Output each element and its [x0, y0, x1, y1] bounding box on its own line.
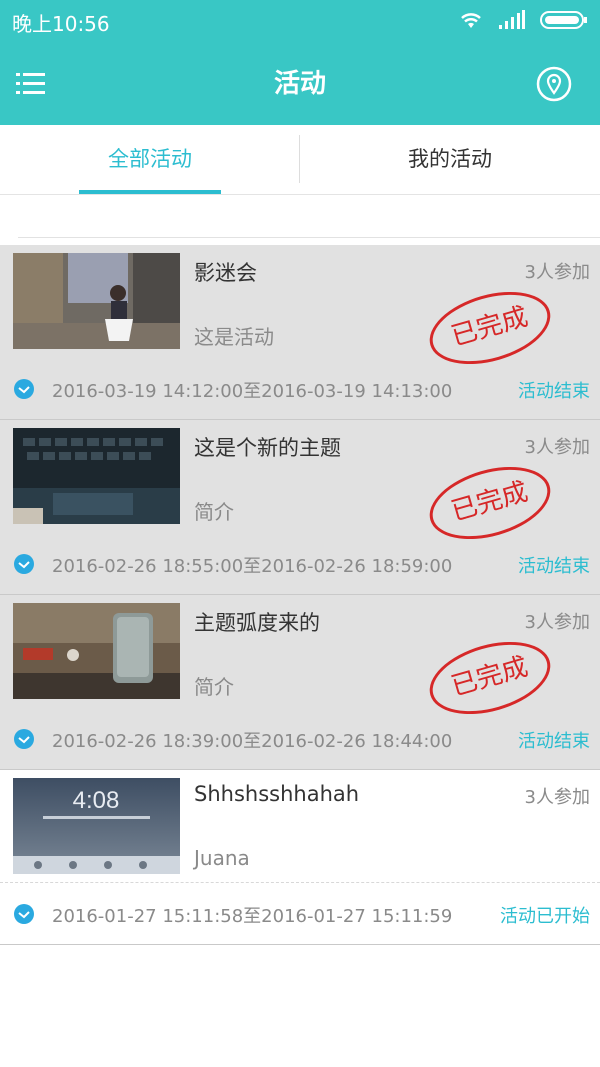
- activity-list: 影迷会 3人参加 这是活动 已完成 2016-03-19 14:12:00至20…: [0, 245, 600, 945]
- activity-status: 活动结束: [518, 381, 590, 402]
- activity-card[interactable]: 这是个新的主题 3人参加 简介 已完成 2016-02-26 18:55:00至…: [0, 420, 600, 595]
- active-tab-indicator: [79, 190, 221, 194]
- activity-status: 活动已开始: [500, 906, 590, 927]
- participant-count: 3人参加: [524, 262, 590, 283]
- activity-status: 活动结束: [518, 731, 590, 752]
- activity-card[interactable]: 影迷会 3人参加 这是活动 已完成 2016-03-19 14:12:00至20…: [0, 245, 600, 420]
- clock-icon: [14, 379, 34, 399]
- page-title: 活动: [273, 69, 326, 99]
- status-time: 晚上10:56: [12, 12, 110, 36]
- tab-all-activities[interactable]: 全部活动: [0, 125, 300, 195]
- wifi-icon: [461, 13, 481, 28]
- status-bar: 晚上10:56: [0, 0, 600, 42]
- activity-status: 活动结束: [518, 556, 590, 577]
- participant-count: 3人参加: [524, 437, 590, 458]
- activity-thumbnail: [13, 253, 180, 349]
- activity-time-range: 2016-03-19 14:12:00至2016-03-19 14:13:00: [52, 381, 453, 402]
- activity-title: 主题弧度来的: [194, 611, 320, 635]
- participant-count: 3人参加: [524, 787, 590, 808]
- activity-description: 这是活动: [194, 325, 274, 349]
- activity-title: 影迷会: [194, 261, 257, 285]
- location-button[interactable]: [536, 66, 572, 102]
- clock-icon: [14, 554, 34, 574]
- clock-icon: [14, 729, 34, 749]
- activity-card[interactable]: 主题弧度来的 3人参加 简介 已完成 2016-02-26 18:39:00至2…: [0, 595, 600, 770]
- app-header: 晚上10:56 活动: [0, 0, 600, 125]
- activity-title: Shhshsshhahah: [194, 782, 360, 806]
- tab-bar: 全部活动 我的活动: [0, 125, 600, 195]
- activity-thumbnail: 4:08: [13, 778, 180, 874]
- completed-stamp: 已完成: [421, 454, 559, 552]
- activity-time-range: 2016-01-27 15:11:58至2016-01-27 15:11:59: [52, 906, 453, 927]
- divider: [18, 237, 600, 238]
- activity-title: 这是个新的主题: [194, 436, 341, 460]
- activity-time-range: 2016-02-26 18:39:00至2016-02-26 18:44:00: [52, 731, 453, 752]
- activity-thumbnail: [13, 428, 180, 524]
- card-divider: [0, 882, 600, 883]
- activity-description: Juana: [194, 846, 250, 870]
- clock-icon: [14, 904, 34, 924]
- tab-my-activities[interactable]: 我的活动: [300, 125, 600, 195]
- thumbnail-clock-text: 4:08: [73, 787, 120, 814]
- location-pin-icon: [536, 66, 572, 102]
- signal-icon: [499, 10, 525, 29]
- participant-count: 3人参加: [524, 612, 590, 633]
- activity-card[interactable]: 4:08 Shhshsshhahah 3人参加 Juana 2016-01-27…: [0, 770, 600, 945]
- battery-icon: [540, 11, 587, 29]
- activity-description: 简介: [194, 675, 234, 699]
- activity-time-range: 2016-02-26 18:55:00至2016-02-26 18:59:00: [52, 556, 453, 577]
- activity-thumbnail: [13, 603, 180, 699]
- completed-stamp: 已完成: [421, 279, 559, 377]
- tab-divider: [299, 135, 300, 183]
- activity-description: 简介: [194, 500, 234, 524]
- completed-stamp: 已完成: [421, 629, 559, 727]
